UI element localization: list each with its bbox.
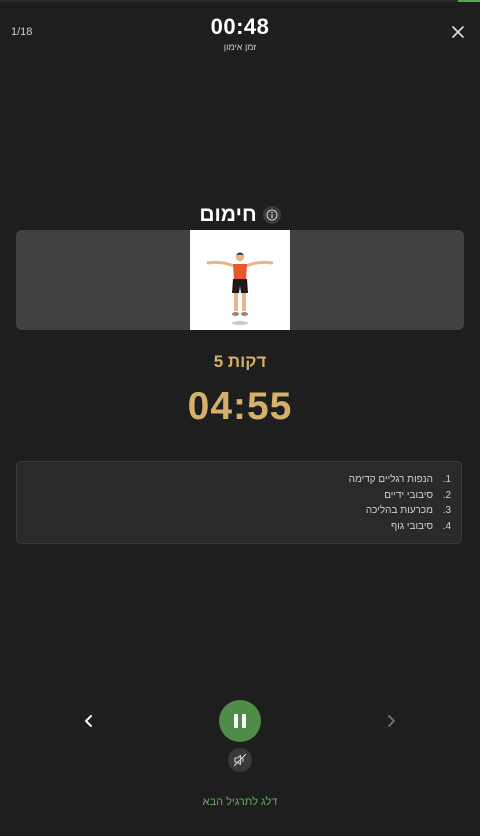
close-button[interactable] [450, 24, 466, 40]
workout-progress-fill [458, 0, 480, 2]
list-item: 2. סיבובי ידיים [17, 488, 451, 504]
info-button[interactable] [262, 206, 281, 224]
list-item: 4. סיבובי גוף [17, 519, 451, 535]
exercise-illustration [190, 230, 290, 330]
workout-progress-track [0, 0, 480, 2]
step-text: סיבובי גוף [391, 520, 433, 532]
exercise-title-row: חימום [0, 203, 480, 227]
step-number: 2. [442, 489, 451, 501]
list-item: 1. הנפות רגליים קדימה [17, 472, 451, 488]
skip-to-next-exercise-link[interactable]: דלג לתרגיל הבא [0, 796, 480, 808]
pause-button[interactable] [219, 700, 261, 742]
info-icon [266, 209, 278, 221]
step-number: 1. [442, 474, 451, 485]
mute-icon [233, 753, 247, 767]
close-icon [452, 26, 464, 38]
exercise-steps-list: 1. הנפות רגליים קדימה 2. סיבובי ידיים 3.… [16, 461, 462, 544]
step-number: 4. [442, 520, 451, 532]
workout-timer-label: זמן אימון [223, 42, 257, 52]
chevron-right-icon [388, 715, 395, 727]
list-item: 3. מכרעות בהליכה [17, 503, 451, 519]
exercise-duration: 5 דקות [213, 352, 267, 371]
step-text: הנפות רגליים קדימה [348, 474, 433, 485]
next-exercise-button[interactable] [382, 712, 400, 730]
pause-icon [234, 714, 246, 728]
chevron-left-icon [85, 715, 92, 727]
step-text: סיבובי ידיים [384, 489, 433, 501]
mute-button[interactable] [228, 748, 252, 772]
exercise-countdown: 04:55 [187, 385, 293, 428]
previous-exercise-button[interactable] [80, 712, 98, 730]
step-text: מכרעות בהליכה [365, 505, 433, 516]
step-number: 3. [442, 505, 451, 516]
exercise-title: חימום [199, 203, 257, 226]
exercise-image-panel [16, 230, 464, 330]
workout-timer: 00:48 [210, 14, 270, 39]
person-arms-out-illustration [206, 252, 274, 325]
